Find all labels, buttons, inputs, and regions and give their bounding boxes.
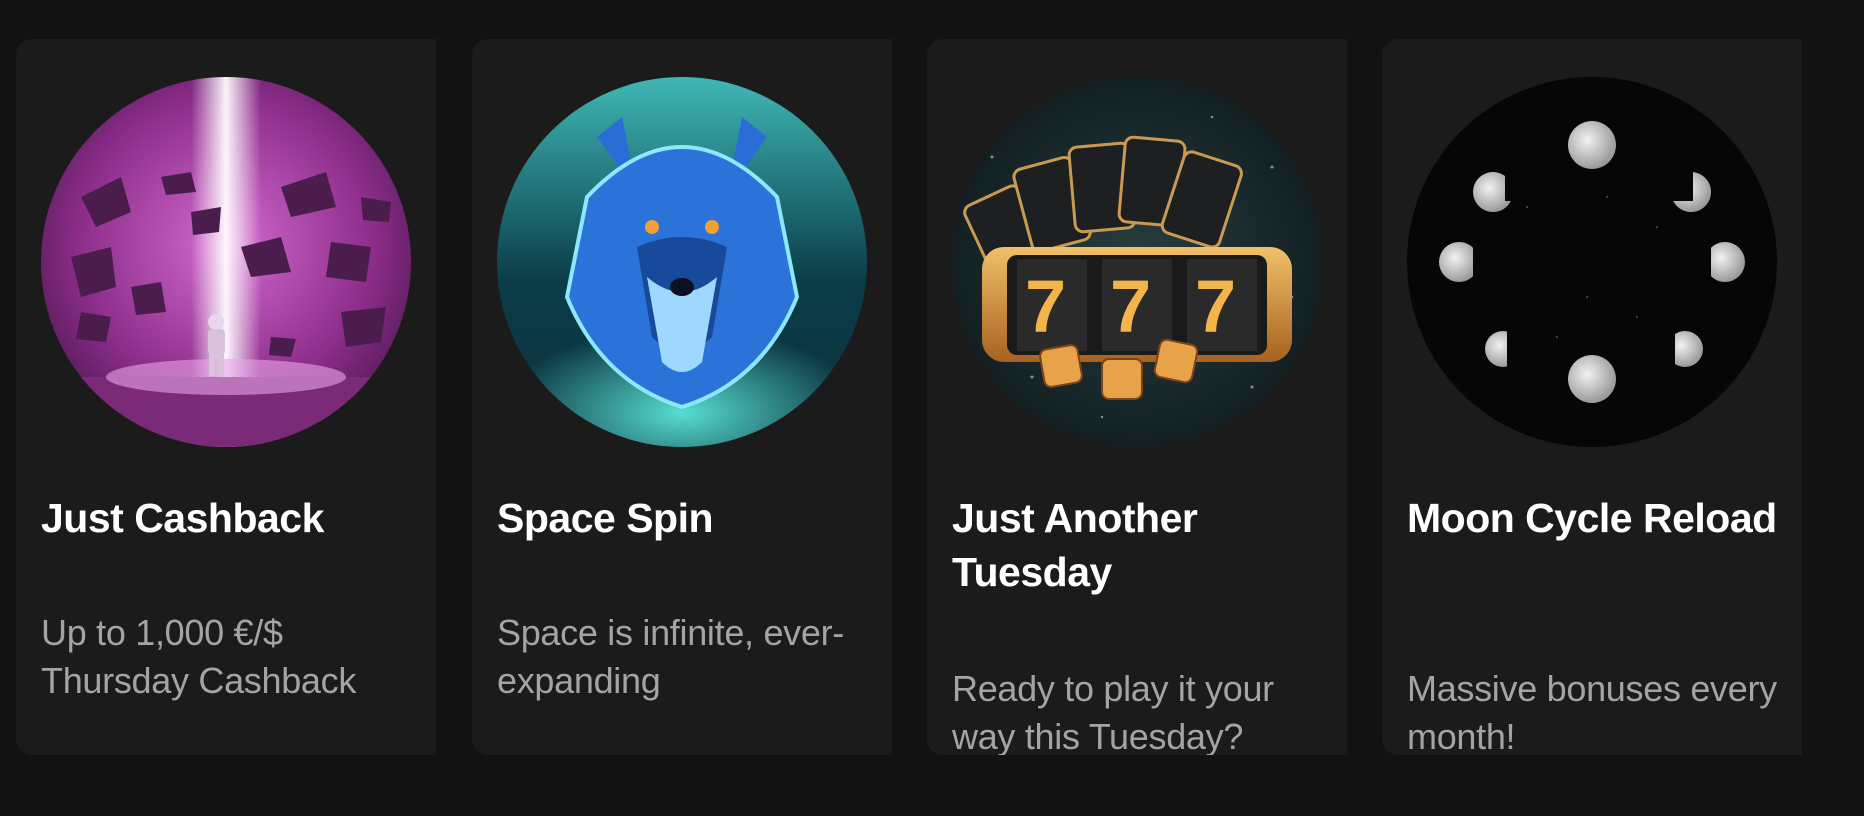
promotions-carousel: Just Cashback Up to 1,000 €/$ Thursday C… xyxy=(0,0,1864,816)
promo-description: Ready to play it your way this Tuesday? xyxy=(952,668,1274,755)
promo-description: Space is infinite, ever-expanding xyxy=(497,612,844,701)
promo-title: Space Spin xyxy=(497,495,714,541)
promo-description: Up to 1,000 €/$ Thursday Cashback xyxy=(41,612,357,701)
promo-title: Just Another Tuesday xyxy=(952,495,1198,595)
promo-card-space-spin[interactable]: Space Spin Space is infinite, ever-expan… xyxy=(472,39,892,755)
promo-description: Massive bonuses every month! xyxy=(1407,668,1777,755)
promo-card-moon-cycle-reload[interactable]: Moon Cycle Reload Massive bonuses every … xyxy=(1382,39,1802,755)
svg-text:7: 7 xyxy=(1110,265,1151,348)
promo-card-just-cashback[interactable]: Just Cashback Up to 1,000 €/$ Thursday C… xyxy=(16,39,436,755)
promo-card-just-another-tuesday[interactable]: 7 7 7 Just Another Tuesday Ready to play… xyxy=(927,39,1347,755)
svg-text:7: 7 xyxy=(1025,265,1066,348)
promo-title: Just Cashback xyxy=(41,495,324,541)
svg-text:7: 7 xyxy=(1195,265,1236,348)
blue-wolf-image xyxy=(497,77,867,447)
slot-machine-777-image: 7 7 7 xyxy=(952,77,1322,447)
astronaut-light-beam-image xyxy=(41,77,411,447)
moon-phases-image xyxy=(1407,77,1777,447)
promo-title: Moon Cycle Reload xyxy=(1407,495,1777,541)
